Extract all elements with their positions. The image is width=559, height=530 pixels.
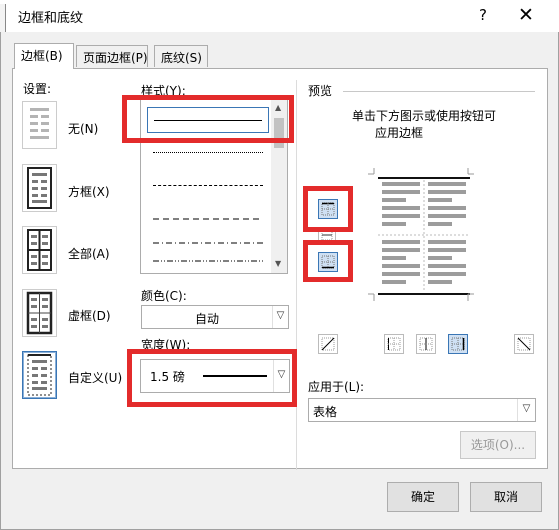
inside-vertical-icon: [419, 337, 433, 351]
style-label: 样式(Y):: [141, 84, 186, 98]
grid-border-icon: [26, 291, 53, 335]
setting-custom-button[interactable]: [22, 351, 57, 399]
setting-grid-label: 虚框(D): [68, 309, 111, 323]
separator: [296, 80, 297, 470]
style-option-solid[interactable]: [147, 107, 269, 133]
ok-button[interactable]: 确定: [387, 482, 459, 512]
options-button[interactable]: 选项(O)...: [460, 431, 536, 459]
box-border-icon: [27, 167, 52, 209]
style-listbox[interactable]: [140, 99, 288, 274]
diagonal-down-button[interactable]: [318, 334, 338, 354]
no-border-icon: [30, 108, 49, 139]
width-label: 宽度(W):: [141, 338, 191, 352]
style-option-dashed[interactable]: [147, 173, 269, 199]
preview-hint-line1: 单击下方图示或使用按钮可: [352, 109, 497, 123]
width-combobox[interactable]: 1.5 磅 ▽: [140, 359, 290, 393]
width-value: 1.5 磅: [150, 370, 185, 384]
diagonal-down-icon: [321, 337, 335, 351]
preview-separator: [343, 91, 535, 92]
setting-box-button[interactable]: [22, 164, 57, 212]
scroll-up-icon[interactable]: ▲: [275, 103, 281, 112]
color-combobox[interactable]: 自动 ▽: [141, 305, 289, 329]
tab-shading[interactable]: 底纹(S): [154, 45, 208, 67]
style-option-dash-dot-dot[interactable]: [147, 248, 269, 274]
bottom-border-icon: [321, 255, 335, 269]
settings-label: 设置:: [23, 82, 52, 96]
setting-grid-button[interactable]: [22, 289, 57, 337]
setting-all-label: 全部(A): [68, 247, 110, 261]
setting-none-label: 无(N): [68, 122, 99, 136]
chevron-down-icon[interactable]: ▽: [273, 360, 289, 392]
left-border-icon: [387, 337, 401, 351]
diagonal-up-icon: [517, 337, 531, 351]
color-label: 颜色(C):: [141, 289, 187, 303]
chevron-down-icon[interactable]: ▽: [517, 399, 535, 421]
apply-to-value: 表格: [313, 405, 338, 419]
right-border-icon: [451, 337, 465, 351]
preview-label: 预览: [308, 84, 333, 98]
style-scrollbar[interactable]: ▲ ▼: [271, 100, 287, 273]
width-line-sample: [203, 375, 267, 377]
preview-hint-line2: 应用边框: [375, 126, 424, 140]
right-border-button[interactable]: [448, 334, 468, 354]
chevron-down-icon[interactable]: ▽: [272, 306, 288, 328]
setting-none-button[interactable]: [22, 101, 57, 149]
tab-page-border[interactable]: 页面边框(P): [76, 45, 148, 67]
scroll-thumb[interactable]: [274, 118, 284, 148]
apply-to-label: 应用于(L):: [308, 380, 365, 394]
style-option-long-dash[interactable]: [147, 206, 269, 232]
color-value: 自动: [194, 312, 219, 326]
inside-vertical-button[interactable]: [416, 334, 436, 354]
setting-custom-label: 自定义(U): [68, 371, 123, 385]
preview-diagram[interactable]: [368, 168, 478, 303]
diagonal-up-button[interactable]: [514, 334, 534, 354]
help-button[interactable]: ?: [472, 4, 494, 26]
inside-horizontal-button[interactable]: [318, 228, 336, 242]
top-border-button[interactable]: [318, 199, 338, 219]
bottom-border-button[interactable]: [318, 252, 338, 272]
custom-border-icon: [27, 354, 52, 396]
cancel-button[interactable]: 取消: [470, 482, 542, 512]
close-icon: ✕: [518, 4, 534, 26]
inside-horizontal-icon: [321, 229, 333, 241]
setting-all-button[interactable]: [22, 226, 57, 274]
left-border-button[interactable]: [384, 334, 404, 354]
style-option-dotted[interactable]: [147, 140, 269, 166]
top-border-icon: [321, 202, 335, 216]
scroll-down-icon[interactable]: ▼: [275, 259, 281, 268]
tab-borders[interactable]: 边框(B): [14, 43, 74, 69]
setting-box-label: 方框(X): [68, 185, 110, 199]
all-borders-icon: [27, 229, 52, 271]
apply-to-combobox[interactable]: 表格 ▽: [308, 398, 536, 422]
dialog-title: 边框和底纹: [18, 11, 84, 26]
close-button[interactable]: ✕: [512, 4, 540, 28]
